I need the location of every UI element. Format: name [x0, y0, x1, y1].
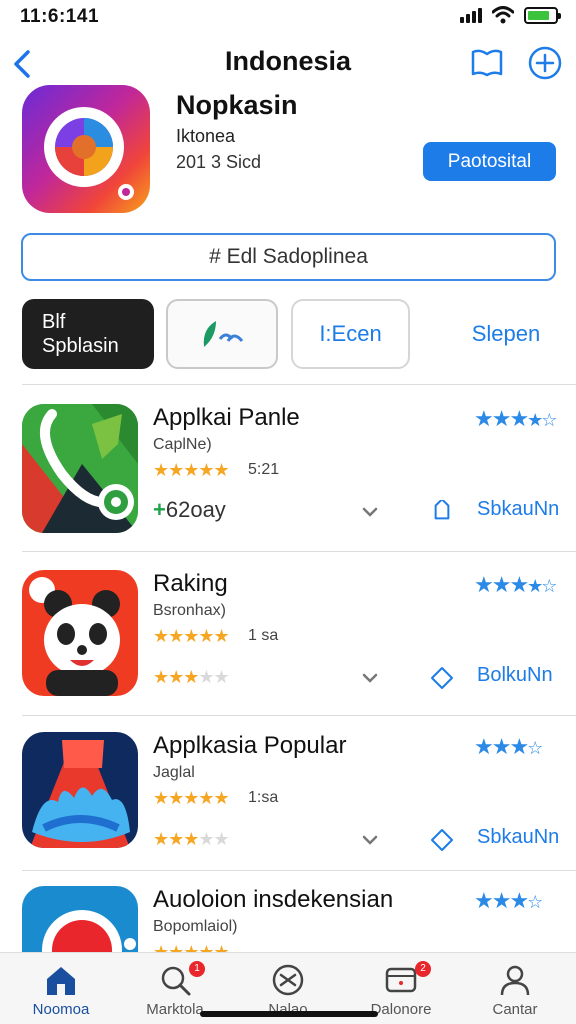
rating-stars: ★★★★☆ [474, 572, 557, 597]
featured-app-meta: 201 3 Sicd [176, 152, 262, 172]
category-chip-selected[interactable]: Blf Spblasin [22, 299, 154, 369]
app-price: +62oay [153, 497, 226, 523]
chevron-down-icon[interactable] [360, 502, 380, 522]
home-icon [47, 967, 75, 995]
rating-count: 1:sa [248, 789, 279, 806]
app-title: Auoloion insdekensian [153, 886, 394, 913]
rating-stars: ★★★★☆ [474, 406, 557, 431]
rating-stars: ★★★☆ [474, 734, 543, 759]
app-subtitle: Bopomlaiol) [153, 918, 238, 935]
featured-action-button[interactable]: Paotosital [423, 142, 556, 181]
tag-icon[interactable] [430, 500, 454, 524]
app-subtitle: CaplNe) [153, 436, 212, 453]
featured-app-icon[interactable] [22, 85, 150, 213]
chip-label-line2: Spblasin [42, 335, 119, 357]
app-title: Applkai Panle [153, 404, 300, 431]
app-row[interactable]: Auoloion insdekensian Bopomlaiol) ★★★★★ … [0, 886, 576, 952]
tab-label: Cantar [492, 1001, 538, 1018]
chevron-down-icon[interactable] [360, 830, 380, 850]
app-action-link[interactable]: SbkauNn [477, 498, 559, 521]
book-icon[interactable] [470, 46, 504, 80]
status-bar: 11:6:141 [0, 0, 576, 34]
app-icon-phone [22, 404, 138, 533]
home-indicator[interactable] [200, 1011, 378, 1017]
app-action-link[interactable]: BolkuNn [477, 664, 553, 687]
add-circle-icon[interactable] [528, 46, 562, 80]
category-chip-icon[interactable] [166, 299, 278, 369]
app-title: Raking [153, 570, 228, 597]
tab-label: Noomoa [32, 1001, 90, 1018]
search-icon [161, 966, 191, 996]
star-rating: ★★★★★ [153, 460, 230, 480]
notification-badge: 1 [189, 961, 205, 977]
panda-icon [22, 570, 138, 696]
tag-icon[interactable] [430, 828, 454, 852]
star-rating: ★★★★★ [153, 626, 230, 646]
cellular-signal-icon [460, 7, 482, 23]
star-rating: ★★★★★ [153, 788, 230, 808]
app-subtitle: Jaglal [153, 764, 195, 781]
status-time: 11:6:141 [20, 6, 100, 27]
splash-icon [22, 732, 138, 848]
wifi-icon [492, 6, 514, 24]
featured-app-title: Nopkasin [176, 90, 298, 120]
divider [22, 870, 576, 871]
back-chevron-icon[interactable] [6, 44, 40, 84]
divider [22, 715, 576, 716]
price-value: 62oay [165, 497, 226, 522]
notification-badge: 2 [415, 961, 431, 977]
app-icon-panda [22, 570, 138, 696]
phone-icon [22, 404, 138, 533]
divider [22, 551, 576, 552]
rating-count: 5:21 [248, 461, 280, 478]
plus-icon: + [153, 497, 166, 522]
app-row[interactable]: Raking Bsronhax) ★★★★★ 1 sa ★★★★★ BolkuN… [0, 570, 576, 730]
tag-icon[interactable] [430, 666, 454, 690]
category-chip-recent[interactable]: I:Ecen [291, 299, 410, 369]
leaf-logo-icon [203, 321, 244, 347]
divider [22, 384, 576, 385]
rating-count: 1 sa [248, 627, 279, 644]
battery-icon [524, 6, 561, 24]
app-icon-splash [22, 732, 138, 848]
rating-stars: ★★★☆ [474, 888, 543, 913]
camera-lens-icon [44, 107, 134, 200]
app-row[interactable]: Applkai Panle CaplNe) ★★★★★ 5:21 +62oay … [0, 404, 576, 564]
star-rating-secondary: ★★★★★ [153, 829, 230, 849]
chip-label-line1: Blf [42, 311, 66, 333]
app-icon-circle [22, 886, 138, 952]
star-rating: ★★★★★ [153, 942, 230, 952]
games-icon [272, 964, 304, 996]
featured-app-subtitle: Iktonea [176, 126, 236, 146]
tab-home[interactable]: Noomoa [11, 953, 111, 1024]
circle-logo-icon [22, 886, 138, 952]
app-title: Applkasia Popular [153, 732, 347, 759]
chevron-down-icon[interactable] [360, 668, 380, 688]
updates-icon [385, 967, 417, 993]
app-subtitle: Bsronhax) [153, 602, 226, 619]
status-icons [460, 6, 561, 24]
app-row[interactable]: Applkasia Popular Jaglal ★★★★★ 1:sa ★★★★… [0, 732, 576, 892]
profile-icon [500, 965, 530, 996]
category-chip-more[interactable]: Slepen [445, 299, 567, 369]
app-action-link[interactable]: SbkauNn [477, 826, 559, 849]
tab-profile[interactable]: Cantar [465, 953, 565, 1024]
star-rating-secondary: ★★★★★ [153, 667, 230, 687]
search-field[interactable]: # Edl Sadoplinea [21, 233, 556, 281]
